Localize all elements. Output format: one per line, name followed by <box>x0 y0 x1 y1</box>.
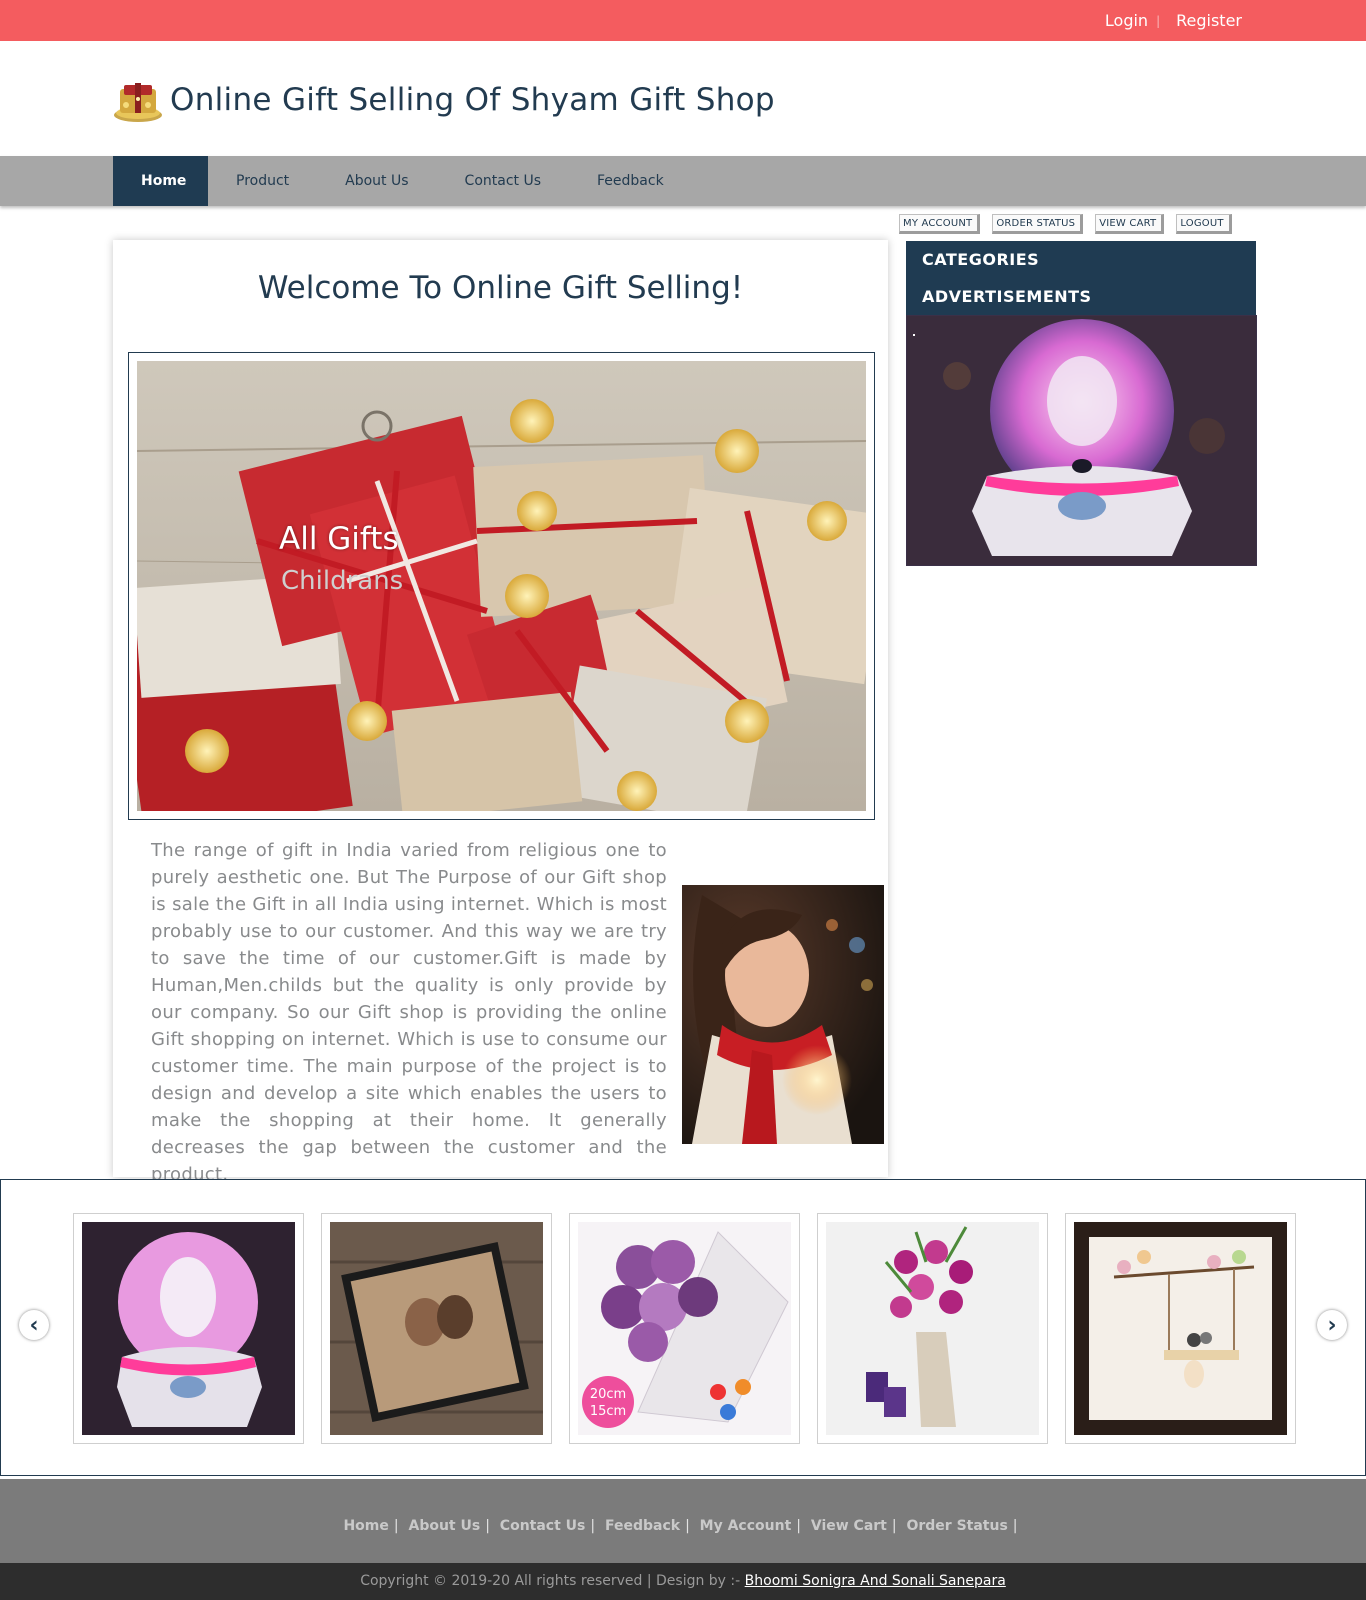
ad-marker <box>913 334 915 336</box>
categories-heading[interactable]: CATEGORIES <box>906 241 1256 278</box>
slide-caption-title: All Gifts <box>279 521 399 557</box>
my-account-button[interactable]: MY ACCOUNT <box>899 214 981 234</box>
advertisement-snow-globe-image[interactable] <box>906 315 1257 566</box>
register-link[interactable]: Register <box>1176 11 1242 30</box>
woman-with-gift-image <box>682 885 884 1144</box>
logout-button[interactable]: LOGOUT <box>1176 214 1232 234</box>
site-title: Online Gift Selling Of Shyam Gift Shop <box>170 82 775 118</box>
copyright-text: Copyright © 2019-20 All rights reserved … <box>360 1573 741 1589</box>
login-link[interactable]: Login <box>1105 11 1148 30</box>
welcome-heading: Welcome To Online Gift Selling! <box>257 270 744 306</box>
product-thumb-swing-art-frame[interactable] <box>1065 1213 1296 1444</box>
gift-boxes-image <box>137 361 866 811</box>
hero-slider[interactable]: All Gifts Childrans <box>128 352 875 820</box>
footer-separator: | <box>796 1518 801 1534</box>
slide-caption-subtitle: Childrans <box>281 566 404 596</box>
product-thumb-orchid-bouquet[interactable] <box>817 1213 1048 1444</box>
main-content: Welcome To Online Gift Selling! All Gift… <box>113 240 888 1185</box>
product-carousel: ‹ 20cm 15cm › <box>0 1179 1366 1476</box>
carousel-thumbnails: 20cm 15cm <box>73 1213 1296 1444</box>
bouquet-size-line1: 20cm <box>590 1387 626 1402</box>
footer-separator: | <box>393 1518 399 1534</box>
product-thumb-photo-frame[interactable] <box>321 1213 552 1444</box>
advertisements-heading: ADVERTISEMENTS <box>906 278 1256 315</box>
view-cart-button[interactable]: VIEW CART <box>1095 214 1165 234</box>
footer-link-home[interactable]: Home <box>343 1518 388 1534</box>
sidebar: CATEGORIES ADVERTISEMENTS <box>906 241 1257 566</box>
gift-logo-icon <box>112 75 164 125</box>
footer-link-order-status[interactable]: Order Status <box>906 1518 1007 1534</box>
footer-separator: | <box>1012 1518 1018 1534</box>
footer-separator: | <box>891 1518 897 1534</box>
nav-contact-us[interactable]: Contact Us <box>437 156 569 206</box>
nav-home[interactable]: Home <box>113 156 208 206</box>
order-status-button[interactable]: ORDER STATUS <box>992 214 1084 234</box>
hero-slide-image: All Gifts Childrans <box>137 361 866 811</box>
footer-separator: | <box>485 1518 490 1534</box>
auth-links: Login | Register <box>1105 11 1242 30</box>
auth-separator: | <box>1156 13 1161 28</box>
nav-about-us[interactable]: About Us <box>317 156 436 206</box>
bouquet-size-line2: 15cm <box>590 1404 626 1419</box>
footer-link-contact-us[interactable]: Contact Us <box>500 1518 586 1534</box>
product-thumb-rose-bouquet[interactable]: 20cm 15cm <box>569 1213 800 1444</box>
nav-product[interactable]: Product <box>208 156 317 206</box>
account-toolbar: MY ACCOUNT ORDER STATUS VIEW CART LOGOUT <box>899 214 1232 234</box>
footer-link-feedback[interactable]: Feedback <box>605 1518 680 1534</box>
nav-feedback[interactable]: Feedback <box>569 156 692 206</box>
footer-link-view-cart[interactable]: View Cart <box>811 1518 887 1534</box>
footer-separator: | <box>685 1518 690 1534</box>
footer-link-my-account[interactable]: My Account <box>700 1518 792 1534</box>
about-description: The range of gift in India varied from r… <box>151 840 667 1185</box>
footer-nav: Home | About Us | Contact Us | Feedback | My… <box>0 1479 1366 1563</box>
main-nav: Home Product About Us Contact Us Feedbac… <box>0 156 1366 206</box>
footer-separator: | <box>590 1518 596 1534</box>
product-thumb-snow-globe[interactable] <box>73 1213 304 1444</box>
chevron-left-icon[interactable]: ‹ <box>19 1310 49 1340</box>
chevron-right-icon[interactable]: › <box>1317 1310 1347 1340</box>
designers-link[interactable]: Bhoomi Sonigra And Sonali Sanepara <box>745 1573 1006 1589</box>
copyright-bar: Copyright © 2019-20 All rights reserved … <box>0 1563 1366 1600</box>
footer-link-about-us[interactable]: About Us <box>408 1518 480 1534</box>
site-brand[interactable]: Online Gift Selling Of Shyam Gift Shop <box>112 74 775 126</box>
top-bar: Login | Register <box>0 0 1366 41</box>
